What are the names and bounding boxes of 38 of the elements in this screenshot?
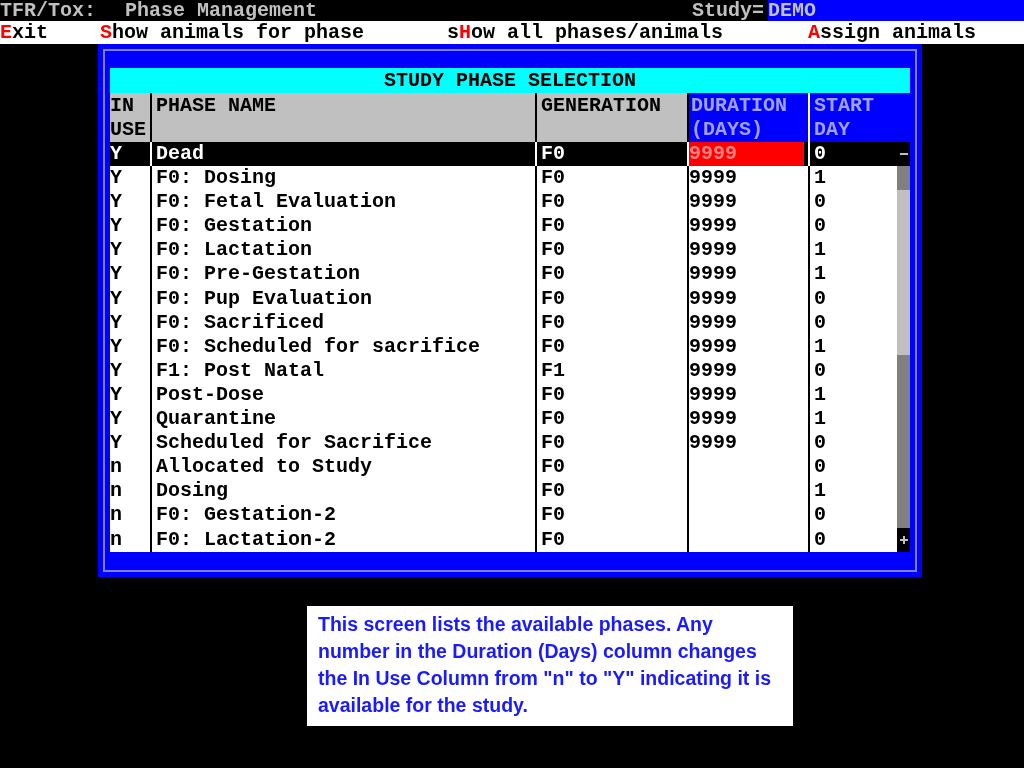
caption-text: This screen lists the available phases. Any number in the Duration (Days) column changes the In Use Column from "n" to "Y" indicating it is available for the study. bbox=[307, 606, 793, 726]
table-cell-text: Y bbox=[110, 286, 123, 311]
study-name: DEMO bbox=[768, 0, 1024, 21]
table-cell-text: Y bbox=[110, 190, 123, 215]
plus-icon[interactable] bbox=[899, 536, 908, 544]
table-cell-text: Y bbox=[110, 382, 123, 408]
table-cell-text: n bbox=[110, 527, 123, 552]
table-cell-text: n bbox=[110, 479, 123, 504]
table-cell-text: Y bbox=[110, 310, 123, 335]
table-cell-text: Y bbox=[110, 407, 123, 432]
table-cell: F0: Lactation-2 bbox=[150, 527, 535, 552]
menu-item[interactable]: Assign animals bbox=[808, 21, 977, 44]
app-name: TFR/Tox: bbox=[0, 0, 97, 21]
menu-item[interactable]: Show animals for phase bbox=[100, 21, 365, 44]
table-cell-text: Y bbox=[110, 166, 123, 191]
panel-title: STUDY PHASE SELECTION bbox=[110, 68, 910, 93]
column-header: IN USE bbox=[110, 93, 150, 142]
column-header: PHASE NAME bbox=[150, 93, 535, 142]
study-label: Study= bbox=[692, 0, 765, 21]
table-cell-text: Y bbox=[110, 214, 123, 239]
table-cell-text: Y bbox=[110, 262, 123, 287]
table-cell-text: Y bbox=[110, 358, 123, 383]
table-cell-text: Y bbox=[110, 142, 123, 167]
menu-item[interactable]: sHow all phases/animals bbox=[447, 21, 724, 44]
table-cell-text: Y bbox=[110, 238, 123, 263]
table-row[interactable]: Y Dead F0 9999 0 bbox=[110, 142, 897, 167]
table-cell: F0 bbox=[535, 527, 687, 552]
minus-icon[interactable] bbox=[899, 153, 908, 155]
column-header: GENERATION bbox=[535, 93, 687, 142]
menu-item[interactable]: Exit bbox=[0, 21, 49, 44]
table-cell-text: n bbox=[110, 455, 123, 480]
table-cell-text: Y bbox=[110, 431, 123, 456]
table-cell: 9999 bbox=[687, 142, 804, 167]
table-cell-text: n bbox=[110, 503, 123, 528]
screen-title: Phase Management bbox=[125, 0, 319, 21]
scrollbar-thumb[interactable] bbox=[897, 190, 910, 355]
table-cell-text: Y bbox=[110, 334, 123, 359]
scrollbar[interactable] bbox=[897, 142, 910, 552]
